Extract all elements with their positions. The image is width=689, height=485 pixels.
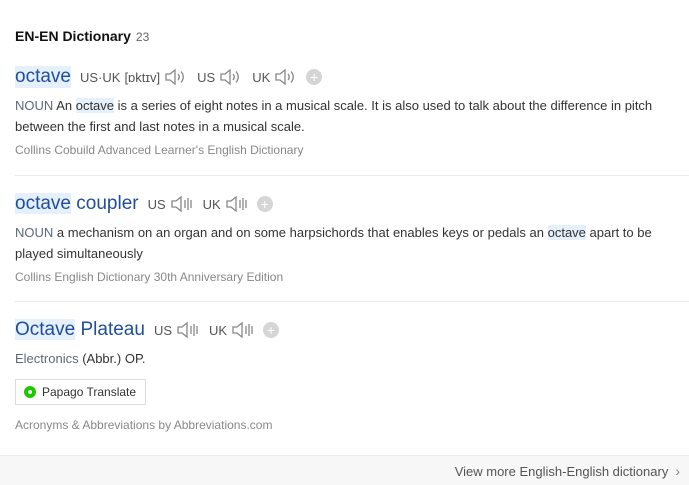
category-label: Electronics [15, 351, 79, 366]
speaker-icon[interactable] [274, 67, 298, 87]
definition-text-pre: a mechanism on an organ and on some harp… [56, 225, 544, 240]
entry-headline: Octave Plateau US UK + [15, 318, 689, 342]
word-rest: Plateau [80, 319, 145, 340]
dictionary-source[interactable]: Collins English Dictionary 30th Annivers… [15, 270, 689, 284]
footer-bar: View more English-English dictionary › [0, 455, 689, 485]
add-to-wordbook-button[interactable]: + [256, 196, 273, 212]
papago-translate-label: Papago Translate [42, 385, 137, 399]
definition: Electronics (Abbr.) OP. [15, 348, 675, 369]
entry-headline: octave coupler US UK + [15, 192, 689, 216]
entry-octave: octave US·UK [ɒktɪv] US UK + NOUN An oct… [15, 65, 689, 157]
entry-octave-plateau: Octave Plateau US UK + Electronics (Abbr… [15, 318, 689, 432]
definition-highlight[interactable]: octave [75, 98, 115, 113]
part-of-speech: NOUN [15, 225, 54, 240]
view-more-link[interactable]: View more English-English dictionary › [455, 463, 680, 479]
pron-label-uk: UK [209, 322, 228, 338]
word-rest: coupler [76, 193, 139, 214]
word-highlight: Octave [15, 319, 76, 340]
pron-label-us: US [197, 69, 216, 85]
add-to-wordbook-button[interactable]: + [306, 69, 323, 85]
phonetic-text: [ɒktɪv] [124, 69, 161, 85]
plus-icon: + [266, 322, 276, 338]
dictionary-source[interactable]: Acronyms & Abbreviations by Abbreviation… [15, 418, 689, 432]
view-more-label: View more English-English dictionary [454, 463, 669, 479]
speaker-icon[interactable] [225, 194, 249, 214]
chevron-right-icon: › [675, 463, 680, 479]
entry-word-link[interactable]: Octave Plateau [15, 319, 145, 341]
speaker-icon[interactable] [176, 320, 200, 340]
dictionary-header: EN-EN Dictionary 23 [15, 28, 149, 44]
speaker-icon[interactable] [231, 320, 255, 340]
definition: NOUN a mechanism on an organ and on some… [15, 222, 675, 264]
pron-label-usuk: US·UK [79, 69, 121, 85]
result-count: 23 [135, 30, 150, 44]
entry-headline: octave US·UK [ɒktɪv] US UK + [15, 65, 689, 89]
papago-icon [24, 386, 36, 398]
add-to-wordbook-button[interactable]: + [263, 322, 280, 338]
dictionary-title: EN-EN Dictionary [15, 28, 131, 44]
definition: NOUN An octave is a series of eight note… [15, 95, 675, 137]
papago-translate-button[interactable]: Papago Translate [15, 379, 147, 405]
pron-label-us: US [153, 322, 172, 338]
definition-highlight[interactable]: octave [547, 225, 586, 240]
entry-word-link[interactable]: octave [15, 66, 71, 88]
pron-label-us: US [147, 196, 166, 212]
divider [15, 175, 689, 176]
speaker-icon[interactable] [170, 194, 194, 214]
part-of-speech: NOUN [15, 98, 54, 113]
plus-icon: + [260, 196, 269, 212]
pron-label-uk: UK [252, 69, 271, 85]
pron-label-uk: UK [202, 196, 221, 212]
word-highlight: octave [15, 193, 71, 214]
speaker-icon[interactable] [219, 67, 243, 87]
divider [15, 301, 689, 302]
definition-text: (Abbr.) OP. [82, 351, 146, 366]
definition-text-pre: An [56, 98, 73, 113]
entry-word-link[interactable]: octave coupler [15, 193, 139, 215]
plus-icon: + [310, 69, 319, 85]
speaker-icon[interactable] [164, 67, 188, 87]
entry-octave-coupler: octave coupler US UK + NOUN a mechanism … [15, 192, 689, 284]
dictionary-source[interactable]: Collins Cobuild Advanced Learner's Engli… [15, 143, 689, 157]
